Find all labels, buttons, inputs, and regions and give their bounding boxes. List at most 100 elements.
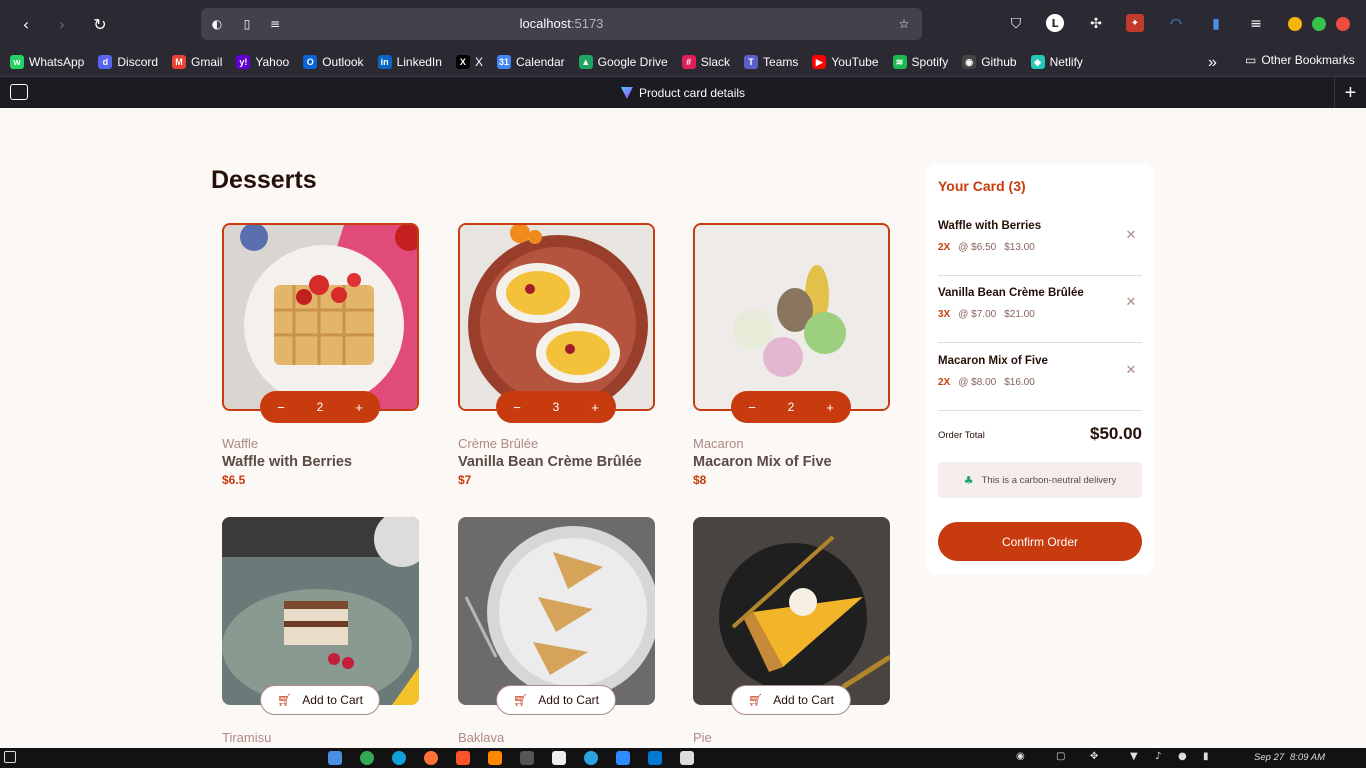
confirm-order-button[interactable]: Confirm Order xyxy=(938,522,1142,561)
cart-item-unit-price: @ $8.00 xyxy=(958,377,997,388)
maximize-button[interactable] xyxy=(1312,17,1326,31)
extension-blue-icon[interactable]: ◠ xyxy=(1166,14,1186,34)
bookmark-whatsapp[interactable]: w WhatsApp xyxy=(10,55,84,69)
product-card: − 2 + Macaron Macaron Mix of Five $8 xyxy=(693,223,890,487)
quantity-stepper[interactable]: − 2 + xyxy=(731,391,851,423)
microphone-icon[interactable]: ● xyxy=(1178,751,1187,762)
remove-item-icon[interactable]: ✕ xyxy=(1124,363,1138,378)
decrement-icon[interactable]: − xyxy=(272,398,290,416)
bookmark-calendar[interactable]: 31 Calendar xyxy=(496,55,565,69)
add-to-cart-button[interactable]: 🛒︎ Add to Cart xyxy=(260,685,380,715)
extension-red-icon[interactable]: ✦ xyxy=(1126,14,1144,32)
bookmark-discord[interactable]: d Discord xyxy=(98,55,158,69)
remove-item-icon[interactable]: ✕ xyxy=(1124,228,1138,243)
other-bookmarks[interactable]: ▭ Other Bookmarks xyxy=(1245,53,1355,67)
bookmark-gmail[interactable]: M Gmail xyxy=(172,55,222,69)
bookmark-label: Google Drive xyxy=(597,55,668,69)
cart-item-total: $13.00 xyxy=(1004,242,1035,253)
add-to-cart-button[interactable]: 🛒︎ Add to Cart xyxy=(731,685,851,715)
close-button[interactable] xyxy=(1336,17,1350,31)
zoom-icon[interactable] xyxy=(616,751,630,765)
url-text[interactable]: localhost:5173 xyxy=(201,16,922,31)
wifi-icon[interactable]: ▼ xyxy=(1130,751,1138,762)
pocket-icon[interactable]: ⛉ xyxy=(1006,14,1026,34)
product-price: $8 xyxy=(693,473,707,487)
telegram-icon[interactable] xyxy=(584,751,598,765)
vlc-icon[interactable] xyxy=(488,751,502,765)
edge-icon[interactable] xyxy=(392,751,406,765)
bookmark-linkedin[interactable]: in LinkedIn xyxy=(377,55,442,69)
decrement-icon[interactable]: − xyxy=(743,398,761,416)
bookmark-slack[interactable]: # Slack xyxy=(681,55,730,69)
bookmark-label: Spotify xyxy=(911,55,949,69)
bookmark-label: Outlook xyxy=(322,55,364,69)
bookmark-netlify[interactable]: ◆ Netlify xyxy=(1030,55,1083,69)
waffle-illustration xyxy=(224,225,417,409)
extensions-icon[interactable]: ✣ xyxy=(1086,14,1106,34)
reload-icon[interactable]: ↻ xyxy=(88,12,112,36)
cart-item-unit-price: @ $6.50 xyxy=(958,242,997,253)
brave-icon[interactable] xyxy=(456,751,470,765)
taskbar-date[interactable]: Sep 27 xyxy=(1254,752,1284,763)
product-price: $6.5 xyxy=(222,473,246,487)
netlify-icon: ◆ xyxy=(1030,55,1045,69)
product-card: − 2 + Waffle Waffle with Berries $6.5 xyxy=(222,223,419,487)
extension-bitwarden-icon[interactable]: ▮ xyxy=(1206,14,1226,34)
menu-icon[interactable]: ≡ xyxy=(1246,14,1266,34)
bookmark-label: Github xyxy=(981,55,1017,69)
increment-icon[interactable]: + xyxy=(821,398,839,416)
add-to-cart-button[interactable]: 🛒︎ Add to Cart xyxy=(496,685,616,715)
clipboard-icon[interactable] xyxy=(680,751,694,765)
url-port: :5173 xyxy=(570,16,604,31)
back-icon[interactable]: ‹ xyxy=(14,12,38,36)
typora-icon[interactable] xyxy=(552,751,566,765)
tray-icon[interactable]: ◉ xyxy=(1016,751,1025,762)
start-menu-icon[interactable] xyxy=(4,751,16,763)
forward-icon[interactable]: › xyxy=(50,12,74,36)
quantity-stepper[interactable]: − 2 + xyxy=(260,391,380,423)
tiramisu-illustration xyxy=(222,517,419,705)
remove-item-icon[interactable]: ✕ xyxy=(1124,295,1138,310)
product-card: − 3 + Crème Brûlée Vanilla Bean Crème Br… xyxy=(458,223,655,487)
bookmark-teams[interactable]: T Teams xyxy=(744,55,798,69)
bookmark-star-icon[interactable]: ☆ xyxy=(896,16,912,32)
taskbar-time[interactable]: 8:09 AM xyxy=(1290,752,1325,763)
volume-icon[interactable]: ♪ xyxy=(1155,751,1161,762)
add-to-cart-label: Add to Cart xyxy=(302,693,363,707)
battery-icon[interactable]: ▮ xyxy=(1203,751,1209,762)
product-category: Tiramisu xyxy=(222,730,272,745)
quantity-stepper[interactable]: − 3 + xyxy=(496,391,616,423)
quantity-value: 2 xyxy=(787,400,795,414)
increment-icon[interactable]: + xyxy=(586,398,604,416)
firefox-icon[interactable] xyxy=(424,751,438,765)
bookmark-label: WhatsApp xyxy=(29,55,85,69)
bookmark-x[interactable]: XX xyxy=(455,55,483,69)
files-icon[interactable] xyxy=(328,751,342,765)
bookmark-google-drive[interactable]: ▲ Google Drive xyxy=(578,55,668,69)
cart-title: Your Card (3) xyxy=(938,178,1026,194)
vite-logo-icon xyxy=(620,87,633,99)
tray-icon[interactable]: ▢ xyxy=(1056,751,1065,762)
cart-item-qty: 3X xyxy=(938,309,951,320)
bookmark-youtube[interactable]: ▶ YouTube xyxy=(812,55,879,69)
terminal-icon[interactable] xyxy=(520,751,534,765)
tab-active[interactable]: Product card details xyxy=(0,86,1366,100)
browser-toolbar: ‹ › ↻ ◐ ▯ ≡ localhost:5173 ☆ ⛉ L ✣ ✦ ◠ ▮… xyxy=(0,0,1366,48)
minimize-button[interactable] xyxy=(1288,17,1302,31)
profile-avatar[interactable]: L xyxy=(1046,14,1064,32)
decrement-icon[interactable]: − xyxy=(508,398,526,416)
increment-icon[interactable]: + xyxy=(350,398,368,416)
bookmark-yahoo[interactable]: y! Yahoo xyxy=(236,55,289,69)
new-tab-icon[interactable]: + xyxy=(1334,77,1366,109)
linkedin-icon: in xyxy=(377,55,392,69)
chrome-icon[interactable] xyxy=(360,751,374,765)
vscode-icon[interactable] xyxy=(648,751,662,765)
bookmark-github[interactable]: ◉ Github xyxy=(962,55,1017,69)
bookmark-spotify[interactable]: ≋ Spotify xyxy=(892,55,949,69)
chevron-double-right-icon[interactable]: » xyxy=(1208,54,1217,72)
bookmark-label: Teams xyxy=(763,55,799,69)
bookmark-outlook[interactable]: O Outlook xyxy=(303,55,364,69)
tray-icon[interactable]: ✥ xyxy=(1090,751,1098,762)
url-bar[interactable]: ◐ ▯ ≡ localhost:5173 ☆ xyxy=(201,8,922,40)
other-bookmarks-label: Other Bookmarks xyxy=(1261,53,1355,67)
